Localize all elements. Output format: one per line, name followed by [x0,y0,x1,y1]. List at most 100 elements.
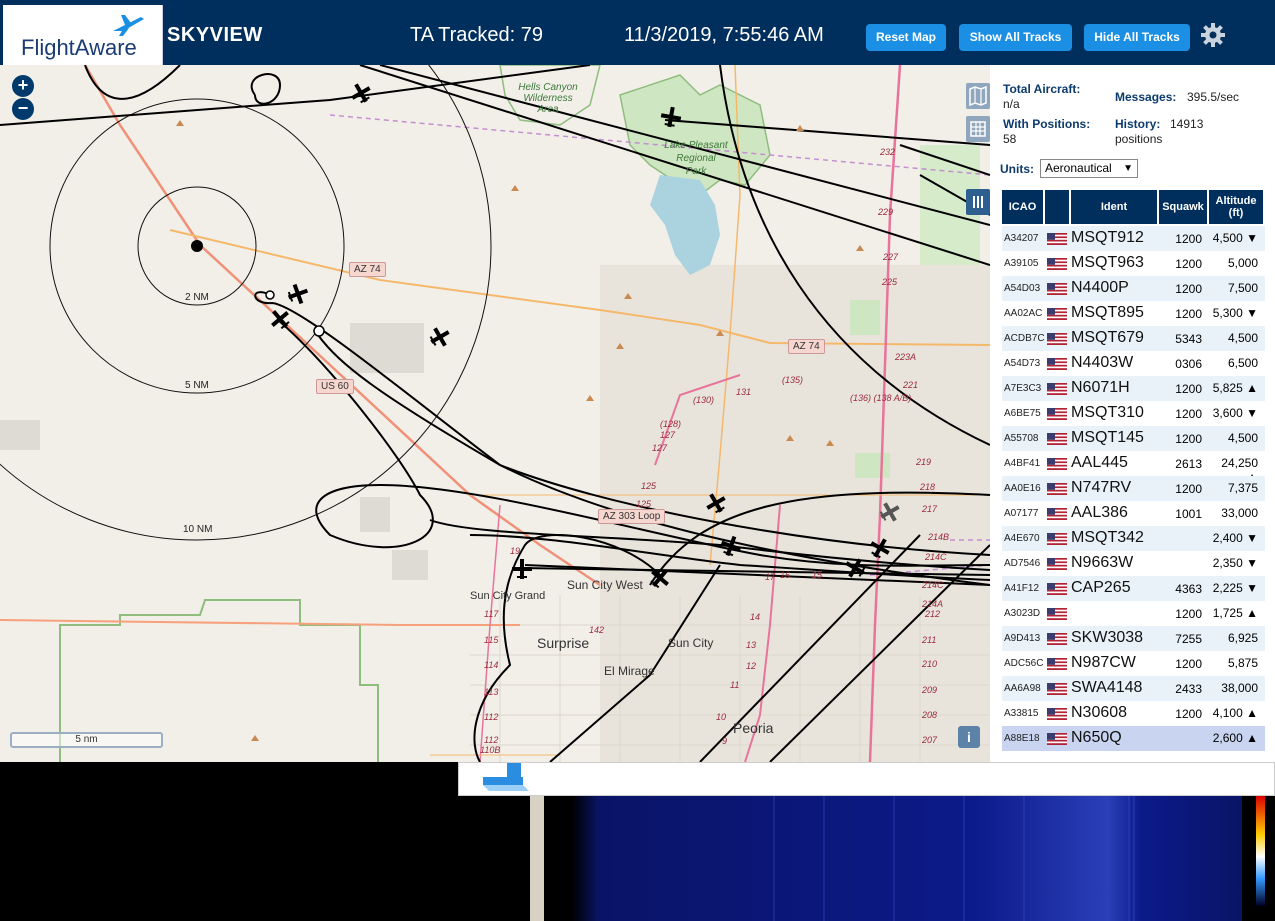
table-row[interactable]: A54D73 N4403W 0306 6,500 [1002,351,1265,376]
history-label: History: [1115,117,1161,131]
svg-text:10: 10 [716,712,726,722]
table-row[interactable]: A6BE75 MSQT310 1200 3,600 ▼ [1002,401,1265,426]
altitude-cell: 38,000 [1221,681,1258,695]
altitude-cell: 4,500 [1227,331,1258,345]
svg-text:112: 112 [484,735,498,745]
table-row[interactable]: AA0E16 N747RV 1200 7,375 [1002,476,1265,501]
tracked-count: TA Tracked: 79 [410,24,544,46]
table-row[interactable]: A33815 N30608 1200 4,100 ▲ [1002,701,1265,726]
table-row[interactable]: A4BF41AAL445261324,250 ▲ [1002,451,1265,484]
svg-text:227: 227 [882,252,899,262]
units-select[interactable]: Aeronautical ▼ [1040,159,1138,178]
wilderness-label-1: Hells Canyon [518,82,578,93]
units-select-value: Aeronautical [1045,161,1112,175]
table-row[interactable]: A34207 MSQT912 1200 4,500 ▼ [1002,226,1265,251]
table-row[interactable]: A9D413 SKW3038 7255 6,925 [1002,626,1265,651]
table-row[interactable]: ADC56C N987CW 1200 5,875 [1002,651,1265,676]
table-row[interactable]: A7E3C3 N6071H 1200 5,825 ▲ [1002,376,1265,401]
table-row[interactable]: A55708 MSQT145 1200 4,500 [1002,426,1265,451]
map-layers-icon[interactable] [966,83,990,109]
grid-toggle-icon[interactable] [966,116,990,142]
svg-text:113: 113 [484,687,498,697]
reset-map-button[interactable]: Reset Map [866,24,946,51]
squawk-cell: 1200 [1175,657,1202,671]
table-row[interactable]: A54D03 N4400P 1200 7,500 [1002,276,1265,301]
altitude-cell: 6,500 [1227,356,1258,370]
us-flag-icon [1047,432,1067,445]
table-scrollbar[interactable] [1265,190,1275,742]
svg-text:208: 208 [921,710,937,720]
svg-text:15: 15 [812,570,823,580]
column-header-squawk[interactable]: Squawk [1159,190,1207,224]
altitude-cell: 2,400 ▼ [1212,531,1258,545]
svg-text:211: 211 [921,635,936,645]
column-header-altitude[interactable]: Altitude (ft) [1209,190,1263,224]
svg-text:(136) (138 A/B): (136) (138 A/B) [850,393,911,403]
zoom-out-button[interactable]: − [12,98,34,120]
map-view[interactable]: 2 NM 5 NM 10 NM Hells Canyon Wilderness … [0,65,990,762]
gear-icon[interactable] [1200,22,1226,48]
us-flag-icon [1047,732,1067,745]
show-all-tracks-button[interactable]: Show All Tracks [959,24,1072,51]
table-row[interactable]: AA6A98 SWA4148 2433 38,000 [1002,676,1265,701]
column-header-icao[interactable]: ICAO [1002,190,1043,224]
table-row[interactable]: A07177 AAL386 1001 33,000 [1002,501,1265,526]
altitude-cell: 5,825 ▲ [1212,381,1258,395]
hide-all-tracks-button[interactable]: Hide All Tracks [1084,24,1190,51]
zoom-in-button[interactable]: + [12,75,34,97]
altitude-cell: 3,600 ▼ [1212,406,1258,420]
us-flag-icon [1047,682,1067,695]
svg-text:214B: 214B [927,532,949,542]
column-header-flag[interactable] [1045,190,1069,224]
table-row[interactable]: ACDB7C MSQT679 5343 4,500 [1002,326,1265,351]
icao-cell: A7E3C3 [1004,383,1042,394]
squawk-cell: 4363 [1175,582,1202,596]
column-header-ident[interactable]: Ident [1071,190,1157,224]
squawk-cell: 1200 [1175,432,1202,446]
table-row[interactable]: A41F12 CAP265 4363 2,225 ▼ [1002,576,1265,601]
svg-text:9: 9 [722,736,727,746]
label-sun-city-grand: Sun City Grand [470,590,545,602]
svg-text:112: 112 [484,712,498,722]
altitude-cell: 4,500 [1227,431,1258,445]
svg-text:125: 125 [636,499,652,509]
table-row[interactable]: A39105 MSQT963 1200 5,000 [1002,251,1265,276]
icao-cell: AD7546 [1004,558,1041,569]
map-canvas[interactable]: 2 NM 5 NM 10 NM Hells Canyon Wilderness … [0,65,990,762]
svg-text:131: 131 [736,387,751,397]
table-row[interactable]: A4E670 MSQT342 2,400 ▼ [1002,526,1265,551]
with-positions-value: 58 [1003,132,1017,146]
us-flag-icon [1047,282,1067,295]
label-sun-city-west: Sun City West [567,578,643,592]
table-row[interactable]: AD7546 N9663W 2,350 ▼ [1002,551,1265,576]
waterfall-spectrogram [544,796,1275,921]
aircraft-sidebar: Total Aircraft: n/a Messages: 395.5/sec … [990,65,1275,762]
table-row[interactable]: A88E18 N650Q 2,600 ▲ [1002,726,1265,751]
icao-cell: A07177 [1004,508,1039,519]
chevron-down-icon: ▼ [1123,163,1133,174]
squawk-cell: 1200 [1175,607,1202,621]
us-flag-icon [1047,582,1067,595]
lake-label-3: Park [686,166,708,177]
us-flag-icon [1047,307,1067,320]
flightaware-logo[interactable]: FlightAware [3,5,163,65]
altitude-cell: 6,925 [1227,631,1258,645]
us-flag-icon [1047,257,1067,270]
info-button[interactable]: i [958,726,980,748]
ident-cell: N30608 [1071,704,1128,721]
table-row[interactable]: A3023D 1200 1,725 ▲ [1002,601,1265,626]
monitor-icon[interactable] [479,763,539,797]
ident-cell: N4403W [1071,354,1134,371]
lake-label-1: Lake Pleasant [664,140,729,151]
icao-cell: A55708 [1004,433,1039,444]
svg-text:13: 13 [746,640,756,650]
squawk-cell: 1200 [1175,482,1202,496]
ident-cell: MSQT912 [1071,229,1144,246]
squawk-cell: 1200 [1175,407,1202,421]
panel-toggle-icon[interactable] [966,189,990,215]
history-unit: positions [1115,132,1163,146]
svg-text:232: 232 [879,147,895,157]
table-row[interactable]: AA02AC MSQT895 1200 5,300 ▼ [1002,301,1265,326]
route-shield-az74-west: AZ 74 [349,262,386,277]
squawk-cell: 1200 [1175,382,1202,396]
